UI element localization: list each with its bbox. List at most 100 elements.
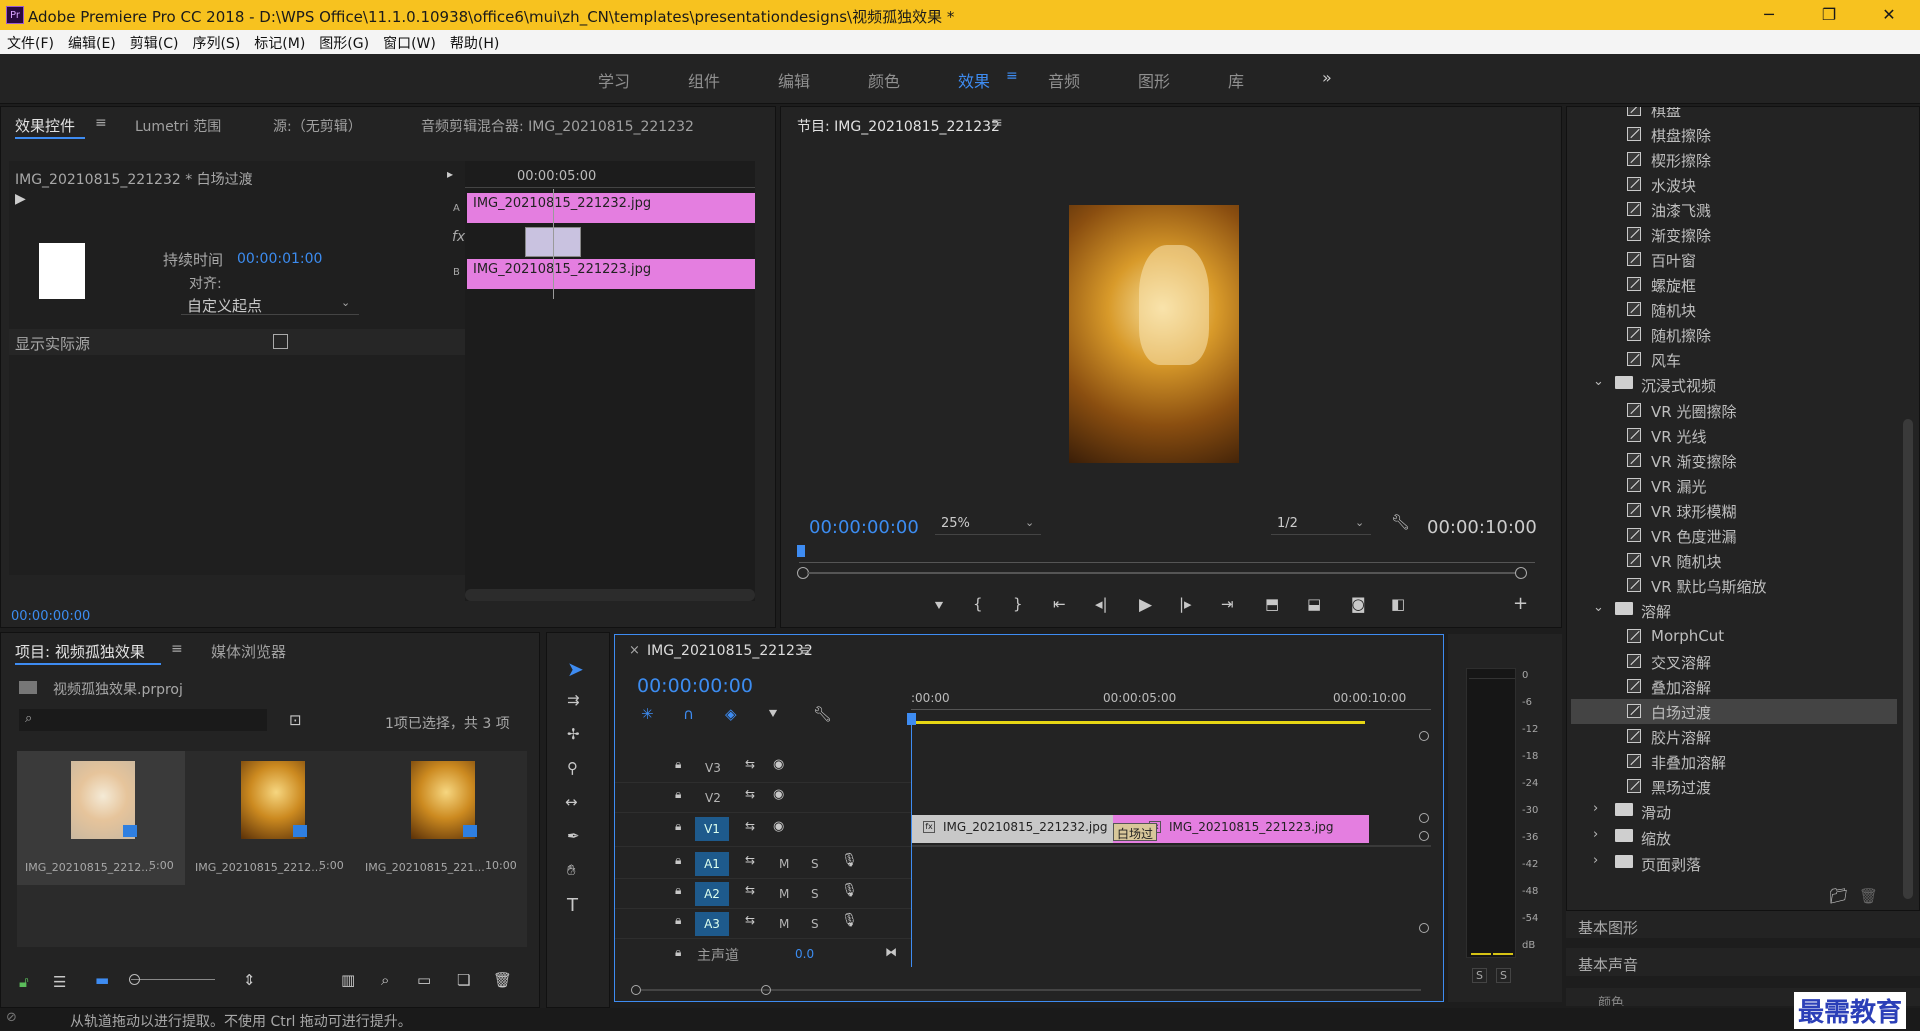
go-to-end-icon[interactable]: ⧓ [885, 945, 897, 959]
program-current-timecode[interactable]: 00:00:00:00 [809, 517, 919, 538]
add-button-icon[interactable]: + [1513, 593, 1528, 614]
hand-tool-icon[interactable]: ✋︎ [567, 861, 576, 879]
pen-tool-icon[interactable]: ✒ [567, 827, 580, 845]
effect-controls-timecode[interactable]: 00:00:00:00 [11, 609, 90, 624]
project-menu-icon[interactable]: ≡ [171, 641, 183, 657]
effects-item[interactable]: MorphCut [1571, 624, 1897, 649]
list-view-icon[interactable]: ☰ [53, 973, 66, 991]
automate-to-sequence-icon[interactable]: ▥ [341, 971, 355, 989]
sync-lock-icon[interactable]: ⇆ [745, 883, 755, 897]
chevron-down-icon[interactable]: ⌄ [1593, 374, 1604, 389]
effects-item[interactable]: VR 色度泄漏 [1571, 523, 1897, 548]
effects-folder[interactable]: › 缩放 [1571, 825, 1897, 850]
selection-tool-icon[interactable]: ➤ [567, 657, 584, 681]
settings-wrench-icon[interactable]: 🔧︎ [1391, 513, 1410, 531]
track-a1-label[interactable]: A1 [695, 852, 729, 876]
eye-icon[interactable]: ◉ [773, 819, 784, 834]
mark-out-icon[interactable]: } [1013, 595, 1023, 613]
effects-item[interactable]: VR 默比乌斯缩放 [1571, 573, 1897, 598]
chevron-down-icon[interactable]: ⌄ [1593, 600, 1604, 615]
v-scroll-mid[interactable] [1419, 813, 1429, 823]
program-playhead[interactable] [797, 545, 805, 557]
find-media-icon[interactable]: ⊡ [289, 711, 302, 729]
menu-clip[interactable]: 剪辑(C) [123, 30, 186, 53]
microphone-icon[interactable]: 🎙︎ [841, 883, 858, 898]
workspace-menu-icon[interactable]: ≡ [1006, 68, 1018, 84]
minimize-button[interactable]: ─ [1746, 4, 1792, 26]
lock-icon[interactable]: 🔒︎ [675, 787, 681, 802]
duration-value[interactable]: 00:00:01:00 [237, 251, 322, 267]
effects-item[interactable]: VR 漏光 [1571, 473, 1897, 498]
lock-icon[interactable]: 🔒︎ [675, 853, 681, 868]
sync-lock-icon[interactable]: ⇆ [745, 787, 755, 801]
timeline-timecode[interactable]: 00:00:00:00 [637, 675, 753, 697]
track-a3-label[interactable]: A3 [695, 912, 729, 936]
restore-button[interactable]: ❐ [1806, 4, 1852, 26]
eye-icon[interactable]: ◉ [773, 787, 784, 802]
menu-edit[interactable]: 编辑(E) [61, 30, 123, 53]
sequence-tab[interactable]: IMG_20210815_221232 [647, 643, 813, 659]
zoom-slider-handle[interactable] [129, 974, 140, 985]
close-sequence-icon[interactable]: × [629, 643, 640, 658]
workspace-graphics[interactable]: 图形 [1138, 68, 1170, 92]
effects-item[interactable]: 螺旋框 [1571, 272, 1897, 297]
workspace-editing[interactable]: 编辑 [778, 68, 810, 92]
tab-project[interactable]: 项目: 视频孤独效果 [15, 641, 145, 662]
zoom-slider[interactable] [131, 979, 215, 980]
track-select-tool-icon[interactable]: ⇉ [567, 691, 580, 709]
microphone-icon[interactable]: 🎙︎ [841, 853, 858, 868]
color-panel-label[interactable]: 颜色 [1598, 992, 1624, 1006]
workspace-libraries[interactable]: 库 [1228, 68, 1244, 92]
ripple-edit-tool-icon[interactable]: ✢ [567, 725, 580, 743]
close-button[interactable]: ✕ [1866, 4, 1912, 26]
tab-lumetri-scopes[interactable]: Lumetri 范围 [135, 116, 221, 136]
workspace-color[interactable]: 颜色 [868, 68, 900, 92]
step-forward-icon[interactable]: |▸ [1179, 595, 1192, 613]
razor-tool-icon[interactable]: ⚲ [567, 759, 578, 777]
transition-clip-b[interactable]: IMG_20210815_221223.jpg [467, 259, 755, 289]
effects-item[interactable]: VR 球形模糊 [1571, 498, 1897, 523]
workspace-more-icon[interactable]: » [1322, 68, 1332, 87]
v-scroll-audio[interactable] [1419, 831, 1429, 841]
sync-lock-icon[interactable]: ⇆ [745, 853, 755, 867]
new-bin-icon[interactable]: 📁︎ [1829, 887, 1848, 905]
project-item-1[interactable]: IMG_20210815_2212... 5:00 [17, 751, 185, 885]
effects-item[interactable]: 黑场过渡 [1571, 774, 1897, 799]
chevron-right-icon[interactable]: › [1593, 801, 1598, 816]
project-item-2[interactable]: IMG_20210815_2212... 5:00 [187, 751, 355, 885]
timeline-settings-icon[interactable]: 🔧︎ [813, 705, 832, 723]
new-item-icon[interactable]: ❏ [457, 971, 470, 989]
project-search-input[interactable]: ⌕ [19, 709, 267, 731]
lock-icon[interactable]: 🔒︎ [675, 913, 681, 928]
step-back-icon[interactable]: ◂| [1095, 595, 1108, 613]
mark-in-icon[interactable]: { [973, 595, 983, 613]
play-icon[interactable]: ▶ [1139, 595, 1152, 615]
slip-tool-icon[interactable]: ↔ [565, 793, 578, 811]
eye-icon[interactable]: ◉ [773, 757, 784, 772]
chevron-right-icon[interactable]: › [1593, 827, 1598, 842]
v-scroll-top[interactable] [1419, 731, 1429, 741]
workspace-assembly[interactable]: 组件 [688, 68, 720, 92]
timeline-ruler[interactable]: :00:00 00:00:05:00 00:00:10:00 [911, 669, 1431, 729]
solo-button[interactable]: S [811, 887, 819, 901]
timeline-playhead[interactable] [911, 721, 912, 967]
mute-button[interactable]: M [779, 857, 789, 871]
add-marker-icon[interactable]: ⯆ [767, 705, 779, 723]
project-item-3[interactable]: IMG_20210815_221... 10:00 [357, 751, 525, 885]
export-frame-icon[interactable]: ◙ [1351, 595, 1366, 613]
timeline-h-scrollbar[interactable] [641, 989, 1421, 991]
mute-button[interactable]: M [779, 917, 789, 931]
expand-arrow-icon[interactable]: ▸ [447, 167, 453, 181]
creative-cloud-icon[interactable]: ⊘ [6, 1010, 17, 1025]
timeline-menu-icon[interactable]: ≡ [799, 643, 811, 659]
effects-item[interactable]: 棋盘 [1571, 107, 1897, 122]
transition-clip-a[interactable]: IMG_20210815_221232.jpg [467, 193, 755, 223]
sync-lock-icon[interactable]: ⇆ [745, 757, 755, 771]
effects-folder[interactable]: ⌄ 溶解 [1571, 598, 1897, 623]
lock-icon[interactable]: 🔒︎ [675, 883, 681, 898]
workspace-effects[interactable]: 效果 [958, 68, 990, 92]
effects-item[interactable]: VR 随机块 [1571, 548, 1897, 573]
go-to-in-icon[interactable]: ⇤ [1053, 595, 1066, 613]
scroll-end-handle[interactable] [1515, 567, 1527, 579]
sync-lock-icon[interactable]: ⇆ [745, 819, 755, 833]
